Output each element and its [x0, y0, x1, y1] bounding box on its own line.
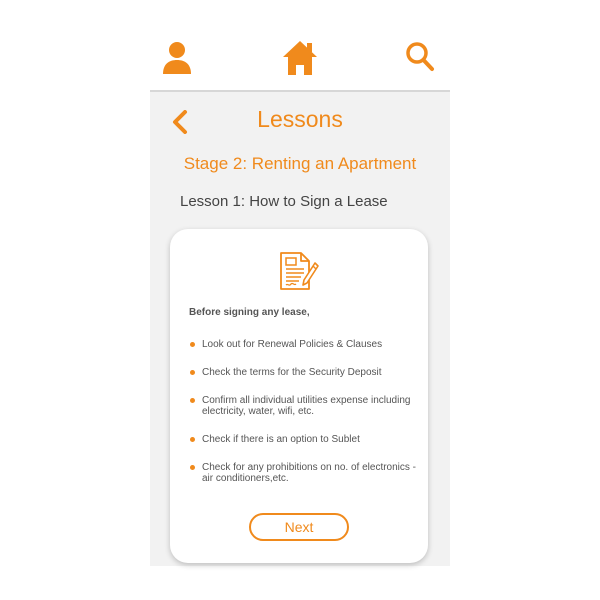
app-screen: Lessons Stage 2: Renting an Apartment Le…	[150, 0, 450, 600]
lesson-content: Lessons Stage 2: Renting an Apartment Le…	[150, 92, 450, 566]
page-title: Lessons	[257, 106, 343, 132]
next-button[interactable]: Next	[249, 513, 349, 541]
list-item: Look out for Renewal Policies & Clauses	[189, 339, 421, 350]
list-item: Confirm all individual utilities expense…	[189, 395, 421, 417]
lesson-card: Before signing any lease, Look out for R…	[170, 229, 428, 563]
list-item: Check for any prohibitions on no. of ele…	[189, 462, 421, 484]
card-intro: Before signing any lease,	[189, 307, 310, 318]
top-nav-bar	[150, 0, 450, 90]
stage-title: Stage 2: Renting an Apartment	[183, 154, 417, 173]
lesson-title: Lesson 1: How to Sign a Lease	[180, 193, 388, 210]
tips-list: Look out for Renewal Policies & Clauses …	[189, 339, 421, 501]
user-icon[interactable]	[162, 40, 192, 81]
list-item: Check the terms for the Security Deposit	[189, 367, 421, 378]
search-icon[interactable]	[405, 40, 435, 79]
home-icon[interactable]	[281, 39, 319, 82]
list-item: Check if there is an option to Sublet	[189, 434, 421, 445]
document-pen-icon	[277, 249, 321, 298]
